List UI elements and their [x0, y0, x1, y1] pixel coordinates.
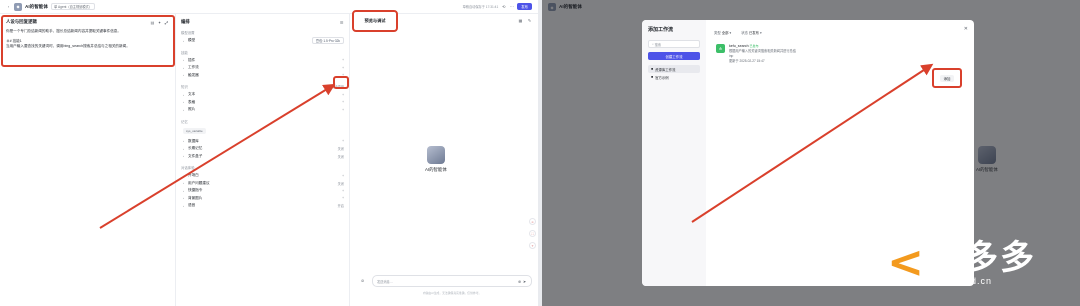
right-screenshot-panel: ◆ AI的智能体 AI的智能体 添加工作流 ⌕ 搜索 创建工作流 ■ 资源库工作… — [542, 0, 1080, 306]
logo-url: www.kedd.cn — [927, 276, 992, 286]
left-screenshot-panel: ‹ ◆ AI的智能体 单 Agent（自主规划模式） 草稿自动保存于 17:31… — [0, 0, 538, 306]
logo-mark: i< — [872, 237, 924, 288]
arrow-annotation — [99, 83, 336, 229]
logo-text: 课多多 www.kedd.cn — [928, 240, 1036, 286]
logo-cn: 课多多 — [927, 239, 1036, 277]
watermark-logo: i< 课多多 www.kedd.cn — [872, 240, 1036, 286]
